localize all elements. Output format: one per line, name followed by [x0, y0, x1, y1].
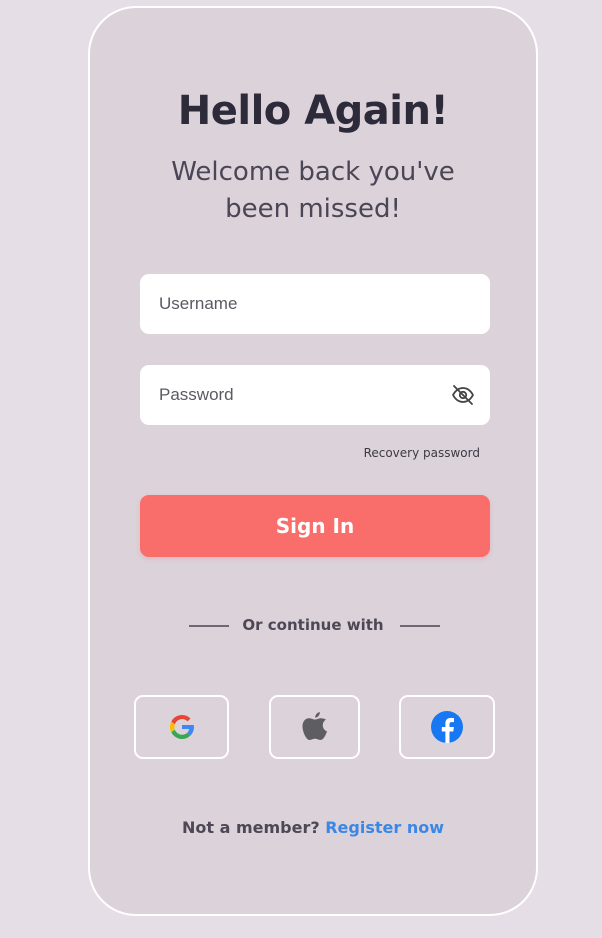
eye-slash-icon[interactable]	[450, 383, 476, 407]
register-now-link[interactable]: Register now	[325, 818, 444, 837]
apple-login-button[interactable]	[269, 695, 360, 759]
divider-label: Or continue with	[242, 616, 384, 634]
apple-icon	[302, 712, 327, 740]
social-divider: Or continue with	[90, 614, 536, 638]
sign-in-button[interactable]: Sign In	[140, 495, 490, 557]
login-card: Hello Again! Welcome back you've been mi…	[88, 6, 538, 916]
register-prompt: Not a member? Register now	[90, 818, 536, 837]
username-field-container	[140, 274, 490, 334]
google-icon	[169, 714, 194, 740]
page-subtitle: Welcome back you've been missed!	[171, 157, 455, 224]
password-field-container	[140, 365, 490, 425]
page-title: Hello Again!	[177, 88, 449, 134]
password-input[interactable]	[140, 365, 490, 425]
username-input[interactable]	[140, 274, 490, 334]
facebook-login-button[interactable]	[399, 695, 495, 759]
divider-line-right	[400, 625, 440, 627]
facebook-icon	[431, 711, 463, 743]
not-member-text: Not a member?	[182, 818, 320, 837]
recovery-password-link[interactable]: Recovery password	[364, 446, 480, 460]
google-login-button[interactable]	[134, 695, 229, 759]
